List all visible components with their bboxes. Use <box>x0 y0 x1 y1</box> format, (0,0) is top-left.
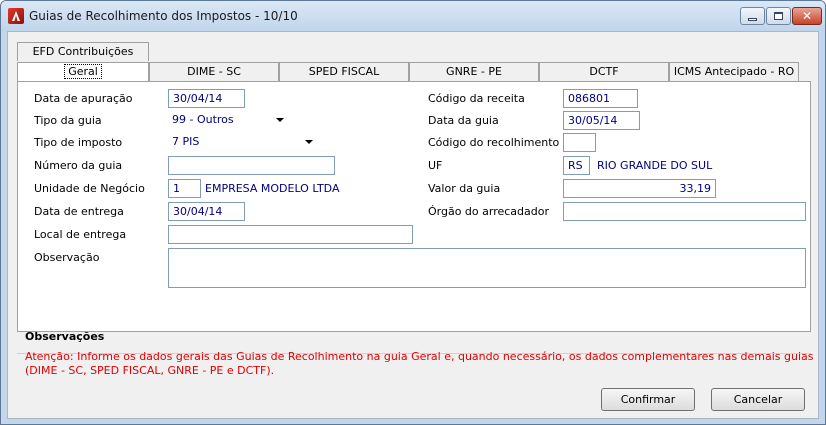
unidade-negocio-label: Unidade de Negócio <box>34 182 145 195</box>
data-entrega-field[interactable]: 30/04/14 <box>168 202 245 221</box>
codigo-recolhimento-field[interactable] <box>563 133 596 152</box>
tab-gnre-pe[interactable]: GNRE - PE <box>409 62 539 81</box>
chevron-down-icon <box>276 118 284 122</box>
window-title: Guias de Recolhimento dos Impostos - 10/… <box>29 9 298 23</box>
maximize-icon <box>774 12 783 20</box>
local-entrega-field[interactable] <box>168 225 413 244</box>
dialog-window: Guias de Recolhimento dos Impostos - 10/… <box>0 0 826 425</box>
tab-dime-sc[interactable]: DIME - SC <box>149 62 279 81</box>
numero-guia-field[interactable] <box>168 156 335 175</box>
observacoes-line-1: Atenção: Informe os dados gerais das Gui… <box>25 350 814 363</box>
observacoes-text: Atenção: Informe os dados gerais das Gui… <box>25 350 815 378</box>
tab-panel-geral: Data de apuração 30/04/14 Tipo da guia 9… <box>17 81 811 332</box>
uf-name: RIO GRANDE DO SUL <box>597 159 713 172</box>
minimize-icon <box>748 17 757 21</box>
unidade-negocio-name: EMPRESA MODELO LTDA <box>205 182 340 195</box>
cancel-button[interactable]: Cancelar <box>711 388 805 411</box>
tab-dctf[interactable]: DCTF <box>539 62 669 81</box>
valor-guia-label: Valor da guia <box>428 182 501 195</box>
close-button[interactable]: ✕ <box>792 7 822 25</box>
tab-efd-contribuicoes[interactable]: EFD Contribuições <box>17 42 149 61</box>
tipo-imposto-select[interactable]: 7 PIS <box>168 133 317 152</box>
data-guia-field[interactable]: 30/05/14 <box>563 111 640 130</box>
tipo-guia-select[interactable]: 99 - Outros <box>168 111 288 130</box>
tab-icms-antecipado-ro[interactable]: ICMS Antecipado - RO <box>669 62 799 81</box>
observacoes-title: Observações <box>25 330 105 343</box>
data-entrega-label: Data de entrega <box>34 205 124 218</box>
codigo-receita-field[interactable]: 086801 <box>563 89 638 108</box>
tipo-guia-value: 99 - Outros <box>172 113 234 126</box>
confirm-button[interactable]: Confirmar <box>601 388 695 411</box>
orgao-arrecadador-label: Órgão do arrecadador <box>428 205 550 218</box>
observacoes-line-2: (DIME - SC, SPED FISCAL, GNRE - PE e DCT… <box>25 364 275 377</box>
orgao-arrecadador-field[interactable] <box>563 202 806 221</box>
app-logo-icon <box>8 8 24 24</box>
data-apuracao-field[interactable]: 30/04/14 <box>168 89 245 108</box>
unidade-negocio-code-field[interactable]: 1 <box>168 179 201 198</box>
tab-sped-fiscal[interactable]: SPED FISCAL <box>279 62 409 81</box>
observacao-label: Observação <box>34 251 100 264</box>
title-bar[interactable]: Guias de Recolhimento dos Impostos - 10/… <box>1 1 825 31</box>
codigo-receita-label: Código da receita <box>428 92 525 105</box>
close-icon: ✕ <box>801 9 813 23</box>
tab-geral[interactable]: Geral <box>17 62 149 81</box>
local-entrega-label: Local de entrega <box>34 228 127 241</box>
codigo-recolhimento-label: Código do recolhimento <box>428 136 560 149</box>
chevron-down-icon <box>305 140 313 144</box>
minimize-button[interactable] <box>740 7 765 25</box>
observacao-textarea[interactable] <box>168 248 806 288</box>
data-guia-label: Data da guia <box>428 114 499 127</box>
tipo-guia-label: Tipo da guia <box>34 114 102 127</box>
numero-guia-label: Número da guia <box>34 159 123 172</box>
data-apuracao-label: Data de apuração <box>34 92 133 105</box>
uf-label: UF <box>428 159 443 172</box>
dialog-body: EFD Contribuições Geral DIME - SC SPED F… <box>7 31 819 419</box>
uf-code-field[interactable]: RS <box>563 156 590 175</box>
tipo-imposto-value: 7 PIS <box>172 135 200 148</box>
maximize-button[interactable] <box>766 7 791 25</box>
valor-guia-field[interactable]: 33,19 <box>563 179 716 198</box>
tipo-imposto-label: Tipo de imposto <box>34 136 123 149</box>
